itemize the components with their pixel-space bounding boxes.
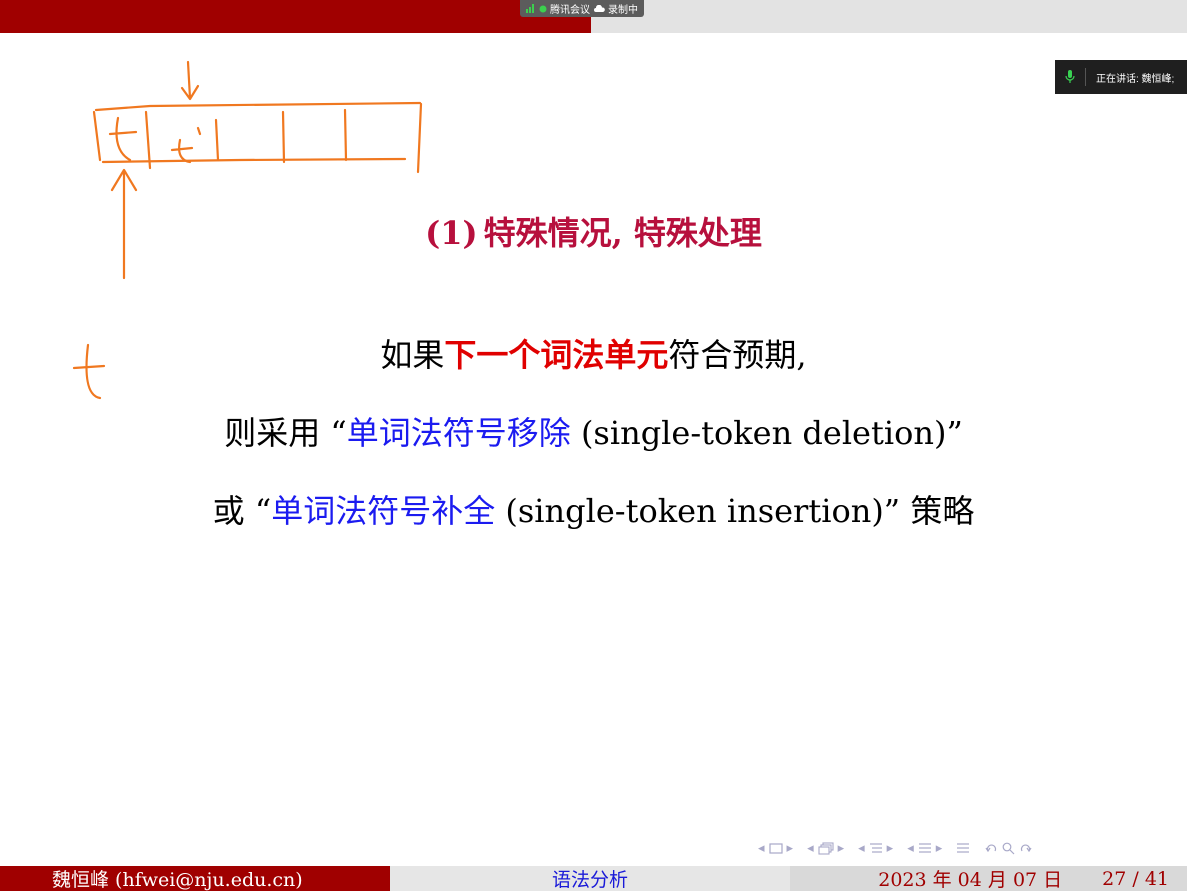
line1-post: 符合预期, bbox=[668, 336, 807, 374]
back-icon[interactable] bbox=[984, 842, 998, 854]
forward-icon[interactable] bbox=[1019, 842, 1033, 854]
title-number: (1) bbox=[425, 214, 478, 252]
line2-pre: 则采用 “ bbox=[224, 414, 347, 452]
annotation-cell-2 bbox=[214, 118, 220, 162]
line1-emphasis: 下一个词法单元 bbox=[444, 336, 669, 374]
annotation-cell-3 bbox=[281, 110, 286, 164]
subsection-next-icon[interactable]: ▸ bbox=[887, 841, 894, 856]
section-next-icon[interactable]: ▸ bbox=[936, 841, 943, 856]
subsection-nav[interactable]: ◂ ▸ bbox=[858, 841, 893, 856]
line2-term: 单词法符号移除 bbox=[346, 414, 571, 452]
body-line-2: 则采用 “单词法符号移除 (single-token deletion)” bbox=[0, 408, 1187, 454]
title-text: 特殊情况, 特殊处理 bbox=[483, 214, 762, 252]
subsection-prev-icon[interactable]: ◂ bbox=[858, 841, 865, 856]
frame-nav[interactable]: ◂ ▸ bbox=[758, 841, 793, 856]
annotation-t-in-cell bbox=[108, 116, 138, 162]
annotation-buffer-top bbox=[94, 101, 422, 112]
slide-footer: 魏恒峰 (hfwei@nju.edu.cn) 语法分析 2023 年 04 月 … bbox=[0, 866, 1187, 891]
section-nav[interactable]: ◂ ▸ bbox=[907, 841, 942, 856]
search-nav[interactable] bbox=[984, 842, 1033, 855]
footer-author: 魏恒峰 (hfwei@nju.edu.cn) bbox=[0, 866, 390, 891]
body-line-3: 或 “单词法符号补全 (single-token insertion)” 策略 bbox=[0, 486, 1187, 532]
line1-pre: 如果 bbox=[380, 336, 445, 374]
align-icon[interactable] bbox=[956, 842, 970, 855]
line3-post: (single-token insertion)” 策略 bbox=[495, 492, 975, 530]
slide-title: (1) 特殊情况, 特殊处理 bbox=[0, 208, 1187, 254]
annotation-buffer-right bbox=[416, 102, 423, 174]
line2-post: (single-token deletion)” bbox=[570, 414, 963, 452]
nav-next-arrow-icon[interactable]: ▸ bbox=[787, 841, 794, 856]
slide-prev-icon[interactable]: ◂ bbox=[807, 841, 814, 856]
frame-icon[interactable] bbox=[768, 842, 783, 854]
subsection-icon[interactable] bbox=[869, 842, 883, 855]
slides-stack-icon[interactable] bbox=[818, 841, 834, 855]
line3-pre: 或 “ bbox=[212, 492, 272, 530]
body-line-1: 如果下一个词法单元符合预期, bbox=[0, 330, 1187, 376]
footer-page-number: 27 / 41 bbox=[1102, 867, 1169, 890]
slide-next-icon[interactable]: ▸ bbox=[838, 841, 845, 856]
annotation-cell-4 bbox=[343, 108, 348, 162]
search-icon[interactable] bbox=[1002, 842, 1015, 855]
footer-date: 2023 年 04 月 07 日 bbox=[878, 869, 1063, 891]
line3-term: 单词法符号补全 bbox=[271, 492, 496, 530]
section-icon[interactable] bbox=[918, 842, 932, 855]
annotation-t-prime bbox=[170, 126, 202, 164]
footer-date-page: 2023 年 04 月 07 日 27 / 41 bbox=[790, 866, 1187, 891]
annotation-cell-1 bbox=[144, 110, 152, 170]
slide-nav[interactable]: ◂ ▸ bbox=[807, 841, 844, 856]
annotation-buffer-left bbox=[92, 110, 102, 162]
section-prev-icon[interactable]: ◂ bbox=[907, 841, 914, 856]
annotation-down-arrow bbox=[180, 60, 200, 101]
beamer-nav-controls: ◂ ▸ ◂ ▸ ◂ ▸ ◂ ▸ bbox=[758, 836, 1033, 860]
nav-prev-arrow-icon[interactable]: ◂ bbox=[758, 841, 765, 856]
footer-section: 语法分析 bbox=[390, 866, 790, 891]
